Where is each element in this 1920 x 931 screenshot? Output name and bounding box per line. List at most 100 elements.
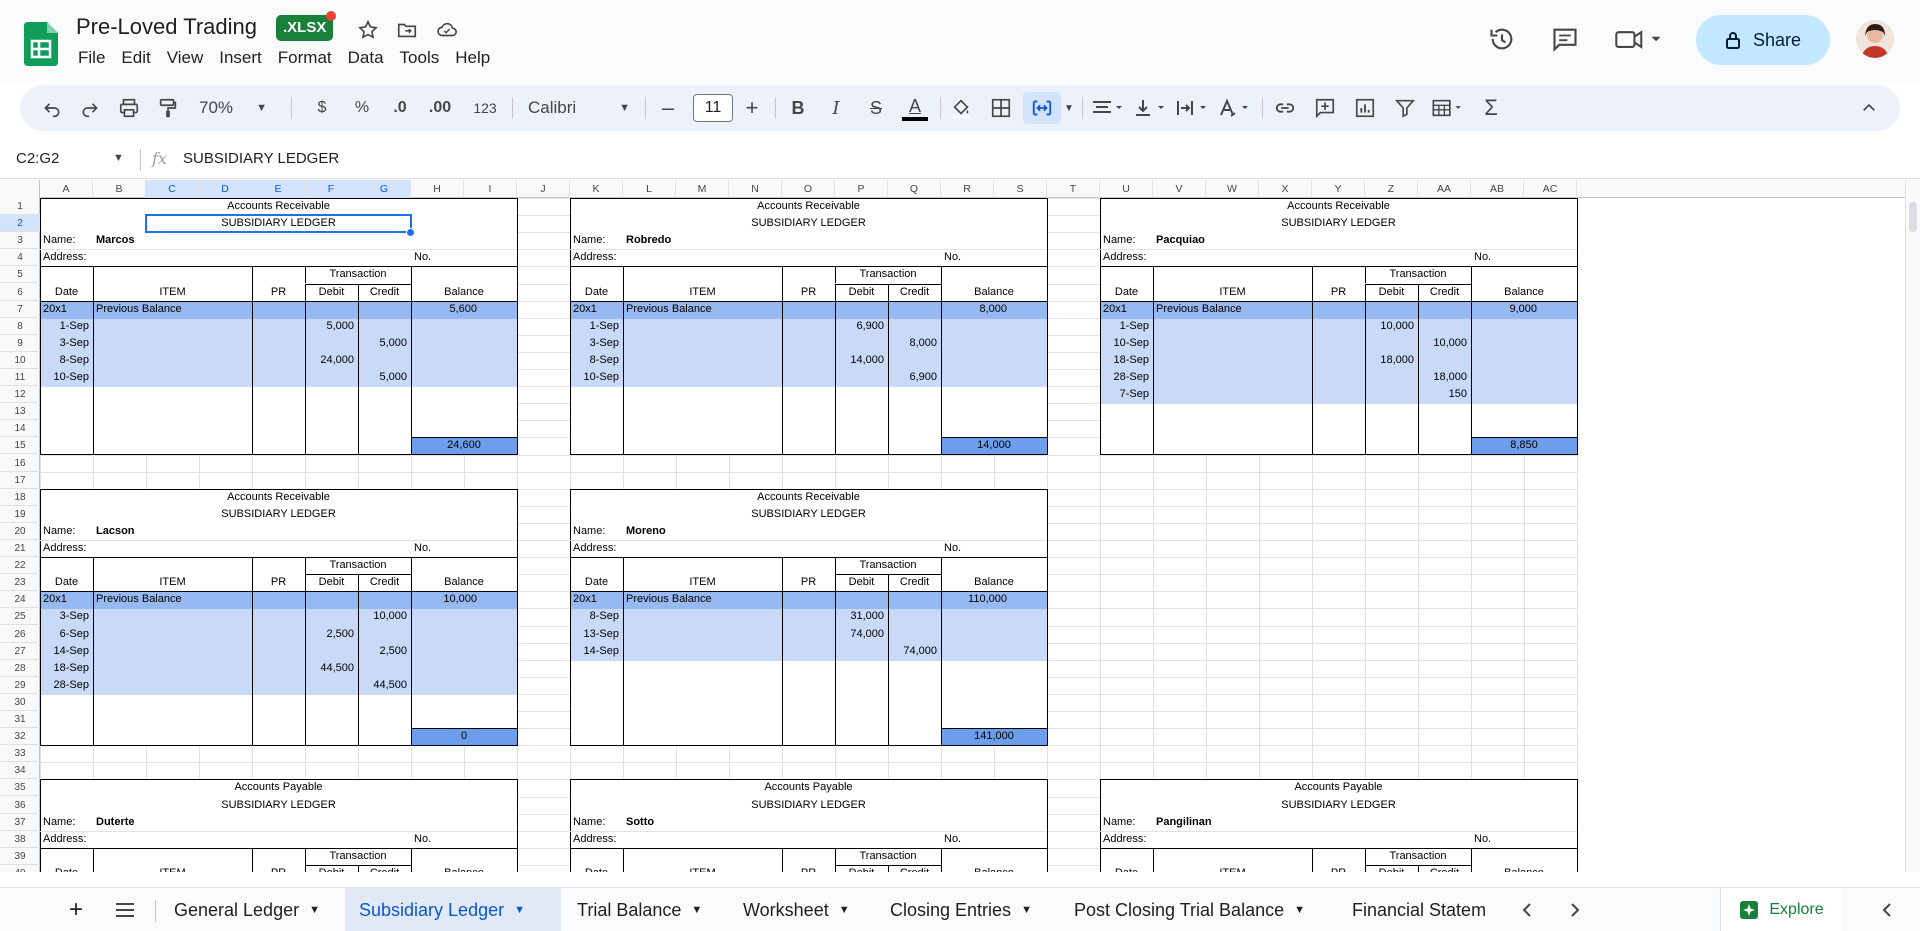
font-family-select[interactable]: Calibri ▼ <box>520 85 638 131</box>
row-header[interactable]: 22 <box>0 557 40 575</box>
share-button[interactable]: Share <box>1696 15 1830 65</box>
row-header[interactable]: 27 <box>0 643 40 660</box>
row-header[interactable]: 24 <box>0 591 40 609</box>
chevron-down-icon[interactable]: ▼ <box>113 152 124 164</box>
decrease-decimal-button[interactable]: .0 <box>384 85 416 131</box>
row-header[interactable]: 12 <box>0 386 40 404</box>
collapse-toolbar-icon[interactable] <box>1854 85 1884 131</box>
print-icon[interactable] <box>115 85 143 131</box>
vertical-scrollbar[interactable] <box>1905 180 1920 872</box>
currency-format-button[interactable]: $ <box>310 85 334 131</box>
row-header[interactable]: 36 <box>0 797 40 814</box>
column-header[interactable]: L <box>623 180 676 198</box>
row-header[interactable]: 35 <box>0 779 40 797</box>
text-wrapping-icon[interactable] <box>1172 85 1212 131</box>
borders-icon[interactable] <box>986 85 1016 131</box>
column-header[interactable]: Y <box>1312 180 1365 198</box>
cloud-status-icon[interactable] <box>433 16 461 44</box>
sheets-logo-icon[interactable] <box>24 22 58 66</box>
menu-edit[interactable]: Edit <box>113 48 158 68</box>
row-header[interactable]: 2 <box>0 215 40 233</box>
row-header[interactable]: 1 <box>0 198 40 216</box>
row-header[interactable]: 7 <box>0 301 40 318</box>
row-header[interactable]: 15 <box>0 437 40 455</box>
menu-format[interactable]: Format <box>270 48 340 68</box>
row-header[interactable]: 31 <box>0 711 40 729</box>
row-header[interactable]: 4 <box>0 249 40 267</box>
column-header[interactable]: AC <box>1524 180 1577 198</box>
comments-icon[interactable] <box>1548 22 1582 56</box>
version-history-icon[interactable] <box>1485 22 1519 56</box>
document-title[interactable]: Pre-Loved Trading <box>76 14 257 40</box>
tab-trial-balance[interactable]: Trial Balance ▼ <box>565 888 714 931</box>
increase-decimal-button[interactable]: .00 <box>422 85 458 131</box>
row-header[interactable]: 19 <box>0 506 40 523</box>
tab-financial-statements[interactable]: Financial Statem <box>1342 888 1504 931</box>
column-header[interactable]: E <box>252 180 305 198</box>
column-header[interactable]: X <box>1259 180 1312 198</box>
strikethrough-button[interactable]: S <box>862 85 890 131</box>
row-header[interactable]: 10 <box>0 352 40 369</box>
tab-subsidiary-ledger[interactable]: Subsidiary Ledger ▼ <box>345 888 561 931</box>
column-header[interactable]: W <box>1206 180 1259 198</box>
filter-icon[interactable] <box>1390 85 1420 131</box>
row-header[interactable]: 6 <box>0 284 40 301</box>
avatar[interactable] <box>1856 20 1894 58</box>
font-size-input[interactable]: 11 <box>693 94 733 122</box>
italic-button[interactable]: I <box>822 85 850 131</box>
text-rotation-icon[interactable] <box>1214 85 1254 131</box>
tab-worksheet[interactable]: Worksheet ▼ <box>731 888 862 931</box>
column-header[interactable]: H <box>411 180 464 198</box>
column-header[interactable]: Z <box>1365 180 1418 198</box>
column-header[interactable]: J <box>517 180 570 198</box>
chevron-down-icon[interactable]: ▼ <box>1062 85 1076 131</box>
horizontal-align-icon[interactable] <box>1088 85 1128 131</box>
decrease-font-size-button[interactable]: – <box>652 85 684 131</box>
side-panel-toggle-icon[interactable] <box>1872 888 1902 931</box>
column-header[interactable]: B <box>93 180 146 198</box>
row-header[interactable]: 37 <box>0 814 40 831</box>
row-header[interactable]: 14 <box>0 420 40 438</box>
row-header[interactable]: 16 <box>0 455 40 472</box>
redo-icon[interactable] <box>76 85 104 131</box>
column-header[interactable]: AA <box>1418 180 1471 198</box>
menu-tools[interactable]: Tools <box>392 48 448 68</box>
menu-help[interactable]: Help <box>447 48 498 68</box>
row-header[interactable]: 5 <box>0 266 40 284</box>
column-header[interactable]: N <box>729 180 782 198</box>
column-header[interactable]: F <box>305 180 358 198</box>
select-all-corner[interactable] <box>0 180 40 198</box>
number-format-button[interactable]: 123 <box>468 85 502 131</box>
column-header[interactable]: T <box>1047 180 1100 198</box>
percent-format-button[interactable]: % <box>350 85 374 131</box>
cell-selection[interactable] <box>145 214 412 234</box>
name-box[interactable]: C2:G2 <box>16 150 59 167</box>
scroll-tabs-right-icon[interactable] <box>1560 888 1590 931</box>
row-header[interactable]: 3 <box>0 232 40 250</box>
row-header[interactable]: 13 <box>0 403 40 421</box>
row-header[interactable]: 26 <box>0 626 40 643</box>
column-header[interactable]: D <box>199 180 252 198</box>
table-view-icon[interactable] <box>1426 85 1470 131</box>
move-folder-icon[interactable] <box>393 16 421 44</box>
meet-call-icon[interactable] <box>1612 22 1666 56</box>
spreadsheet-grid[interactable]: A B C D E F G H I J K L M N O P Q R S T U V W X Y Z AA AB AC 1234567… <box>0 180 1905 872</box>
row-header[interactable]: 9 <box>0 335 40 352</box>
tab-closing-entries[interactable]: Closing Entries ▼ <box>878 888 1044 931</box>
insert-link-icon[interactable] <box>1270 85 1300 131</box>
menu-data[interactable]: Data <box>340 48 392 68</box>
text-color-button[interactable]: A <box>898 85 932 131</box>
tab-post-closing-trial-balance[interactable]: Post Closing Trial Balance ▼ <box>1062 888 1317 931</box>
file-format-badge[interactable]: .XLSX <box>276 15 334 41</box>
merge-cells-icon[interactable] <box>1023 92 1061 124</box>
row-header[interactable]: 21 <box>0 540 40 558</box>
row-header[interactable]: 23 <box>0 574 40 592</box>
insert-chart-icon[interactable] <box>1350 85 1380 131</box>
row-header[interactable]: 25 <box>0 608 40 626</box>
row-header[interactable]: 33 <box>0 745 40 763</box>
row-header[interactable]: 30 <box>0 694 40 711</box>
column-header[interactable]: P <box>835 180 888 198</box>
column-header[interactable]: Q <box>888 180 941 198</box>
bold-button[interactable]: B <box>784 85 812 131</box>
column-header[interactable]: AB <box>1471 180 1524 198</box>
